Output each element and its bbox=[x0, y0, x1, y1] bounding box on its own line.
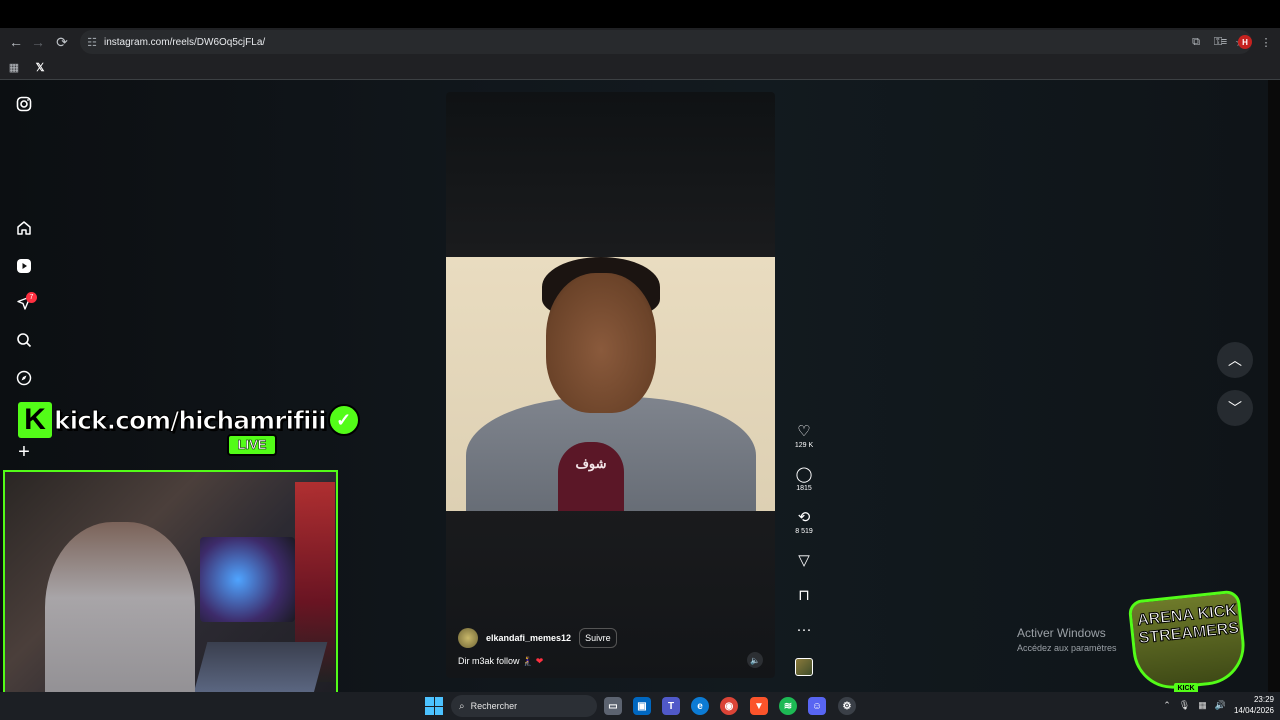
network-icon[interactable]: ▦ bbox=[1198, 700, 1207, 711]
repost-count: 8 519 bbox=[795, 528, 813, 535]
search-icon[interactable] bbox=[16, 332, 32, 348]
chevron-down-icon: ﹀ bbox=[1228, 400, 1242, 416]
taskbar-search-placeholder: Rechercher bbox=[470, 701, 518, 711]
webcam-streamer bbox=[45, 522, 195, 700]
brave-icon[interactable]: ▼ bbox=[750, 697, 768, 715]
speaker-icon[interactable]: 🔊 bbox=[1215, 700, 1226, 711]
video-person-face bbox=[546, 273, 656, 413]
forward-icon[interactable]: → bbox=[26, 30, 50, 54]
live-badge: LIVE bbox=[227, 434, 277, 456]
spotify-icon[interactable]: ≋ bbox=[779, 697, 797, 715]
system-tray: ⌃ 🎙 ▦ 🔊 23:29 14/04/2026 bbox=[1163, 694, 1274, 716]
windows-start-icon[interactable] bbox=[425, 697, 443, 715]
activate-windows-title: Activer Windows bbox=[1017, 626, 1106, 640]
next-reel-button[interactable]: ﹀ bbox=[1217, 390, 1253, 426]
home-icon[interactable] bbox=[16, 220, 32, 236]
taskbar-clock[interactable]: 23:29 14/04/2026 bbox=[1234, 694, 1274, 716]
share-icon[interactable]: ▽ bbox=[790, 553, 818, 569]
clock-date: 14/04/2026 bbox=[1233, 706, 1274, 715]
page-scrollbar[interactable] bbox=[1268, 80, 1280, 692]
microphone-logo: شوف bbox=[558, 442, 624, 511]
like-count: 129 K bbox=[794, 442, 814, 449]
install-app-icon[interactable]: ⧉ bbox=[1188, 34, 1204, 50]
previous-reel-button[interactable]: ︿ bbox=[1217, 342, 1253, 378]
repost-action[interactable]: ⟲ 8 519 bbox=[790, 510, 818, 536]
url-text[interactable]: instagram.com/reels/DW6Oq5cjFLa/ bbox=[104, 37, 265, 48]
steam-icon[interactable]: ⚙ bbox=[838, 697, 856, 715]
microphone-icon[interactable]: 🎙 bbox=[1179, 700, 1190, 711]
bookmarks-bar: ▦ 𝕏 bbox=[0, 56, 1280, 80]
explore-icon[interactable] bbox=[16, 370, 32, 386]
comment-action[interactable]: ◯ 1815 bbox=[790, 467, 818, 493]
address-bar[interactable]: ☷ instagram.com/reels/DW6Oq5cjFLa/ ⧉ ⚿ ☆ bbox=[80, 30, 1252, 54]
save-action[interactable]: ⊓ bbox=[790, 588, 818, 604]
reload-icon[interactable]: ⟳ bbox=[50, 30, 74, 54]
screen-top-black bbox=[0, 0, 1280, 28]
kick-url-banner: K kick.com/hichamrifiii ✓ bbox=[18, 402, 360, 438]
profile-avatar[interactable]: H bbox=[1238, 35, 1252, 49]
tray-overflow-icon[interactable]: ⌃ bbox=[1163, 700, 1171, 711]
chrome-menu-icon[interactable]: ⋮ bbox=[1258, 34, 1274, 50]
more-options[interactable]: ··· bbox=[790, 622, 818, 638]
arena-kick-streamers-logo: ARENA KICK STREAMERS KICK bbox=[1122, 585, 1252, 697]
bookmark-icon[interactable]: ⊓ bbox=[790, 588, 818, 604]
kick-logo-icon: K bbox=[18, 402, 52, 438]
chevron-up-icon: ︿ bbox=[1228, 352, 1242, 368]
media-controls-icon[interactable]: ≡ bbox=[1216, 34, 1232, 50]
edge-icon[interactable]: e bbox=[691, 697, 709, 715]
site-info-icon[interactable]: ☷ bbox=[80, 36, 104, 49]
activate-windows-subtitle: Accédez aux paramètres bbox=[1017, 643, 1117, 653]
author-username[interactable]: elkandafi_memes12 bbox=[486, 633, 571, 643]
comment-count: 1815 bbox=[796, 485, 812, 492]
windows-taskbar: ⌕ Rechercher ▭ ▣ T e ◉ ▼ ≋ ☺ ⚙ ⌃ 🎙 ▦ 🔊 2… bbox=[0, 692, 1280, 720]
back-icon[interactable]: ← bbox=[4, 30, 28, 54]
apps-grid-icon[interactable]: ▦ bbox=[6, 60, 22, 76]
teams-icon[interactable]: T bbox=[662, 697, 680, 715]
verified-check-icon: ✓ bbox=[327, 404, 360, 436]
task-view-icon[interactable]: ▭ bbox=[604, 697, 622, 715]
search-icon: ⌕ bbox=[459, 700, 465, 712]
taskbar-search[interactable]: ⌕ Rechercher bbox=[451, 695, 597, 717]
kick-url-text: kick.com/hichamrifiii bbox=[54, 405, 328, 435]
chrome-icon[interactable]: ◉ bbox=[720, 697, 738, 715]
streamer-webcam: hichamrifi bbox=[3, 470, 338, 702]
comment-icon[interactable]: ◯ bbox=[790, 467, 818, 483]
caption-heart: ❤ bbox=[535, 656, 544, 666]
share-action[interactable]: ▽ bbox=[790, 553, 818, 569]
x-bookmark-icon[interactable]: 𝕏 bbox=[32, 60, 48, 76]
instagram-logo-icon[interactable] bbox=[16, 96, 32, 112]
discord-icon[interactable]: ☺ bbox=[808, 697, 826, 715]
webcam-pc-case bbox=[200, 537, 295, 622]
volume-icon[interactable]: 🔈 bbox=[747, 652, 763, 668]
reel-video[interactable]: شوف bbox=[446, 257, 775, 511]
audio-thumbnail[interactable] bbox=[795, 658, 813, 676]
clock-time: 23:29 bbox=[1253, 695, 1274, 704]
store-icon[interactable]: ▣ bbox=[633, 697, 651, 715]
webcam-keyboard bbox=[192, 642, 328, 697]
author-avatar[interactable] bbox=[458, 628, 478, 648]
messages-badge: 7 bbox=[26, 292, 37, 303]
create-plus-icon[interactable]: + bbox=[16, 441, 32, 463]
reel-author: elkandafi_memes12 Suivre bbox=[458, 628, 617, 648]
follow-button[interactable]: Suivre bbox=[579, 628, 617, 648]
repost-icon[interactable]: ⟲ bbox=[790, 510, 818, 526]
reels-icon[interactable] bbox=[16, 258, 32, 274]
more-dots-icon[interactable]: ··· bbox=[790, 622, 818, 638]
reel-caption: Dir m3ak follow 🧎‍♀️ ❤ bbox=[458, 656, 543, 667]
like-action[interactable]: ♡ 129 K bbox=[790, 424, 818, 450]
caption-text: Dir m3ak follow 🧎‍♀️ bbox=[458, 656, 534, 666]
reel-card[interactable]: شوف elkandafi_memes12 Suivre Dir m3ak fo… bbox=[446, 92, 775, 678]
heart-icon[interactable]: ♡ bbox=[790, 424, 818, 440]
activate-windows-watermark: Activer Windows Accédez aux paramètres bbox=[1017, 626, 1117, 653]
browser-toolbar: ← → ⟳ ☷ instagram.com/reels/DW6Oq5cjFLa/… bbox=[0, 28, 1280, 56]
